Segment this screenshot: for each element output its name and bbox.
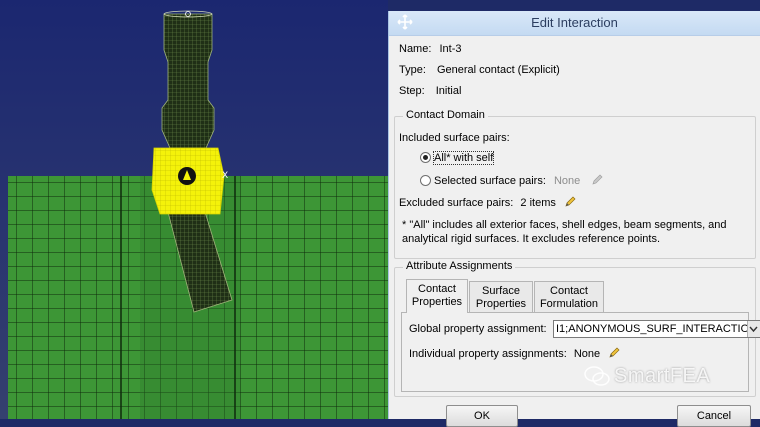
contact-domain-legend: Contact Domain bbox=[403, 109, 488, 121]
global-property-select[interactable]: I1;ANONYMOUS_SURF_INTERACTION bbox=[553, 320, 760, 338]
tab-surface-properties[interactable]: Surface Properties bbox=[469, 281, 533, 313]
cancel-button[interactable]: Cancel bbox=[677, 405, 751, 427]
type-label: Type: bbox=[399, 64, 426, 76]
dialog-title: Edit Interaction bbox=[531, 15, 618, 30]
tab-contact-properties[interactable]: Contact Properties bbox=[406, 279, 468, 313]
option-all-with-self[interactable]: All* with self bbox=[420, 151, 495, 165]
step-label: Step: bbox=[399, 85, 425, 97]
individual-property-row: Individual property assignments: None bbox=[409, 347, 621, 360]
individual-property-value: None bbox=[573, 348, 601, 360]
tab-contact-formulation-line2: Formulation bbox=[539, 298, 599, 310]
tab-surface-properties-line2: Properties bbox=[475, 298, 527, 310]
selected-pairs-value: None bbox=[553, 175, 581, 187]
ok-button[interactable]: OK bbox=[446, 405, 518, 427]
step-value: Initial bbox=[435, 85, 462, 97]
type-value: General contact (Explicit) bbox=[436, 64, 560, 76]
name-label: Name: bbox=[399, 43, 432, 55]
attribute-assignments-legend: Attribute Assignments bbox=[403, 260, 516, 272]
individual-property-label: Individual property assignments: bbox=[409, 348, 567, 360]
mesh-canvas: X bbox=[8, 10, 388, 419]
wechat-logo-icon bbox=[584, 366, 610, 386]
global-property-value: I1;ANONYMOUS_SURF_INTERACTION bbox=[556, 323, 758, 335]
model-viewport[interactable]: X bbox=[0, 0, 388, 419]
option-all-label: All* with self bbox=[432, 151, 495, 165]
tab-contact-formulation[interactable]: Contact Formulation bbox=[534, 281, 604, 313]
footnote-line-2: analytical rigid surfaces. It excludes r… bbox=[402, 233, 661, 245]
step-row: Step: Initial bbox=[399, 85, 461, 97]
edit-excluded-pencil-icon[interactable] bbox=[564, 196, 577, 208]
axis-label: X bbox=[222, 171, 228, 181]
name-value: Int-3 bbox=[439, 43, 462, 55]
option-selected-label: Selected surface pairs: bbox=[434, 175, 546, 187]
tab-surface-properties-line1: Surface bbox=[482, 285, 520, 297]
tab-contact-formulation-line1: Contact bbox=[550, 285, 588, 297]
included-pairs-label: Included surface pairs: bbox=[399, 132, 510, 144]
watermark-text: SmartFEA bbox=[614, 365, 711, 387]
dialog-titlebar[interactable]: Edit Interaction bbox=[389, 11, 760, 36]
tab-contact-properties-line2: Properties bbox=[411, 296, 463, 308]
type-row: Type: General contact (Explicit) bbox=[399, 64, 560, 76]
tab-contact-properties-line1: Contact bbox=[418, 283, 456, 295]
tool-shaft bbox=[161, 13, 215, 149]
global-property-label: Global property assignment: bbox=[409, 323, 547, 335]
edit-selected-pencil-icon[interactable] bbox=[591, 174, 604, 186]
radio-selected-pairs[interactable] bbox=[420, 175, 431, 186]
excluded-pairs-row: Excluded surface pairs: 2 items bbox=[399, 196, 577, 209]
name-row: Name: Int-3 bbox=[399, 43, 461, 55]
chevron-down-icon[interactable] bbox=[747, 321, 760, 337]
excluded-pairs-value: 2 items bbox=[520, 197, 556, 209]
footnote-line-1: * "All" includes all exterior faces, she… bbox=[402, 219, 727, 231]
option-selected-pairs[interactable]: Selected surface pairs: None bbox=[420, 174, 604, 187]
radio-all-with-self[interactable] bbox=[420, 152, 431, 163]
edit-interaction-dialog: Edit Interaction Name: Int-3 Type: Gener… bbox=[388, 11, 760, 427]
excluded-pairs-label: Excluded surface pairs: bbox=[399, 197, 514, 209]
edit-individual-pencil-icon[interactable] bbox=[608, 347, 621, 359]
